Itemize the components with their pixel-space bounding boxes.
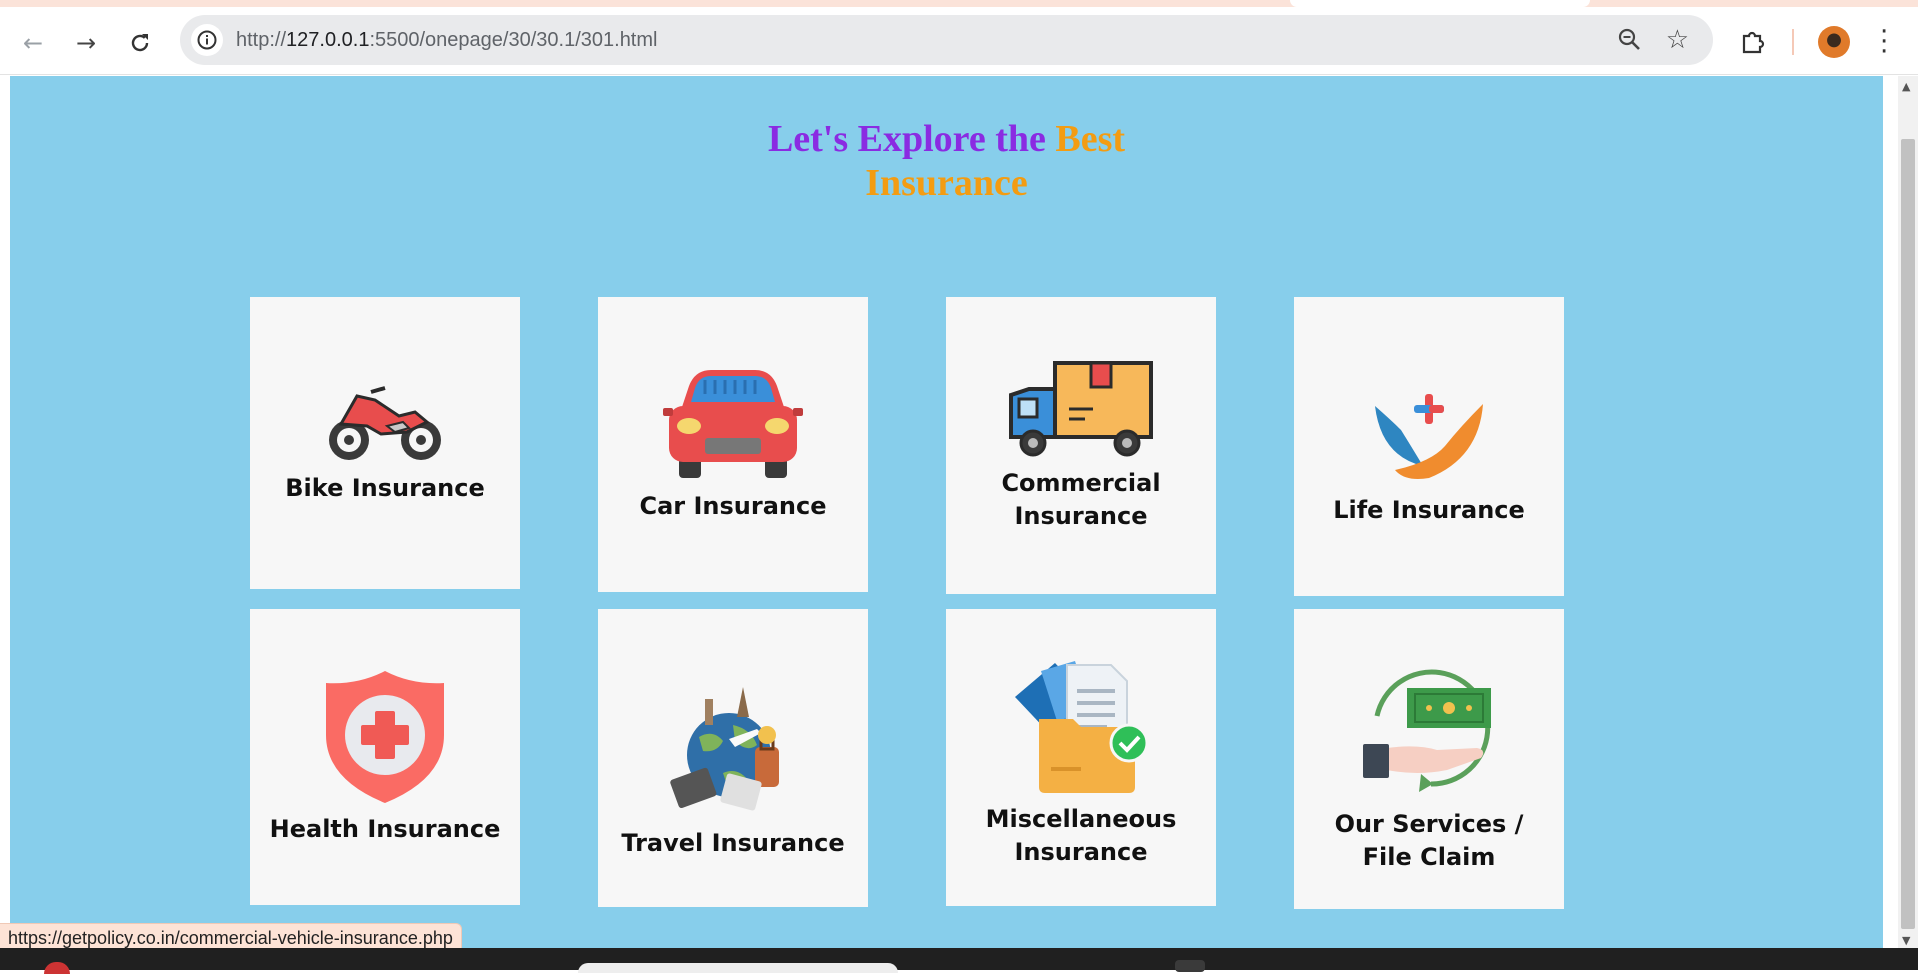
card-life-insurance[interactable]: Life Insurance [1294, 297, 1564, 596]
site-info-icon[interactable] [191, 24, 223, 56]
taskbar-app-icon[interactable] [44, 962, 70, 974]
scroll-up-arrow-icon[interactable]: ▲ [1902, 80, 1910, 93]
url-text: http://127.0.0.1:5500/onepage/30/30.1/30… [236, 29, 657, 52]
money-hand-icon [1363, 669, 1491, 792]
url-path: :5500/onepage/30/30.1/301.html [369, 29, 658, 51]
card-label: Miscellaneous Insurance [985, 804, 1177, 866]
tab-strip [0, 0, 1918, 7]
card-label: Health Insurance [269, 814, 501, 843]
card-travel-insurance[interactable]: Travel Insurance [598, 609, 868, 907]
extensions-icon[interactable] [1739, 27, 1767, 59]
page-heading: Let's Explore the Best Insurance [10, 117, 1883, 205]
taskbar-browser-icon[interactable] [1175, 960, 1205, 972]
bookmark-star-icon[interactable]: ☆ [1666, 25, 1689, 55]
card-bike-insurance[interactable]: Bike Insurance [250, 297, 520, 589]
card-label: Bike Insurance [285, 473, 485, 502]
car-icon [663, 370, 803, 478]
more-menu-icon[interactable]: · · · [1880, 19, 1892, 65]
back-icon[interactable]: ← [18, 28, 48, 58]
heading-text-insurance: Insurance [865, 162, 1028, 204]
hands-cross-icon [1375, 394, 1483, 479]
card-car-insurance[interactable]: Car Insurance [598, 297, 868, 592]
medical-shield-icon [326, 670, 444, 803]
scroll-down-arrow-icon[interactable]: ▼ [1902, 934, 1910, 947]
card-health-insurance[interactable]: Health Insurance [250, 609, 520, 905]
address-bar[interactable]: http://127.0.0.1:5500/onepage/30/30.1/30… [180, 15, 1713, 65]
card-commercial-insurance[interactable]: Commercial Insurance [946, 297, 1216, 594]
card-label: Life Insurance [1333, 496, 1525, 524]
card-label: Our Services / File Claim [1334, 810, 1524, 871]
folder-check-icon [1015, 660, 1149, 793]
taskbar-search-box[interactable] [578, 963, 898, 973]
taskbar [0, 948, 1918, 974]
page-body: Let's Explore the Best Insurance Bike In… [10, 76, 1883, 948]
url-host: 127.0.0.1 [286, 29, 370, 51]
card-label: Commercial Insurance [1001, 468, 1161, 530]
toolbar-divider [1792, 29, 1794, 55]
card-label: Car Insurance [639, 492, 827, 520]
browser-toolbar: ← → http://127.0.0.1:5500/onepage/30/30.… [0, 7, 1918, 75]
heading-text-best: Best [1055, 118, 1126, 160]
page-viewport: Let's Explore the Best Insurance Bike In… [0, 76, 1898, 948]
card-file-claim[interactable]: Our Services / File Claim [1294, 609, 1564, 909]
card-miscellaneous-insurance[interactable]: Miscellaneous Insurance [946, 609, 1216, 906]
card-label: Travel Insurance [621, 828, 845, 857]
globe-travel-icon [670, 686, 779, 810]
delivery-truck-icon [1009, 360, 1153, 456]
zoom-icon[interactable] [1617, 27, 1643, 57]
reload-icon[interactable] [125, 28, 155, 58]
url-scheme: http:// [236, 29, 287, 51]
heading-text-purple: Let's Explore the [767, 118, 1056, 160]
scrollbar-thumb[interactable] [1901, 139, 1915, 929]
motorcycle-icon [329, 385, 441, 460]
profile-avatar[interactable] [1818, 26, 1850, 58]
forward-icon[interactable]: → [71, 28, 101, 58]
active-tab[interactable] [1290, 0, 1590, 7]
